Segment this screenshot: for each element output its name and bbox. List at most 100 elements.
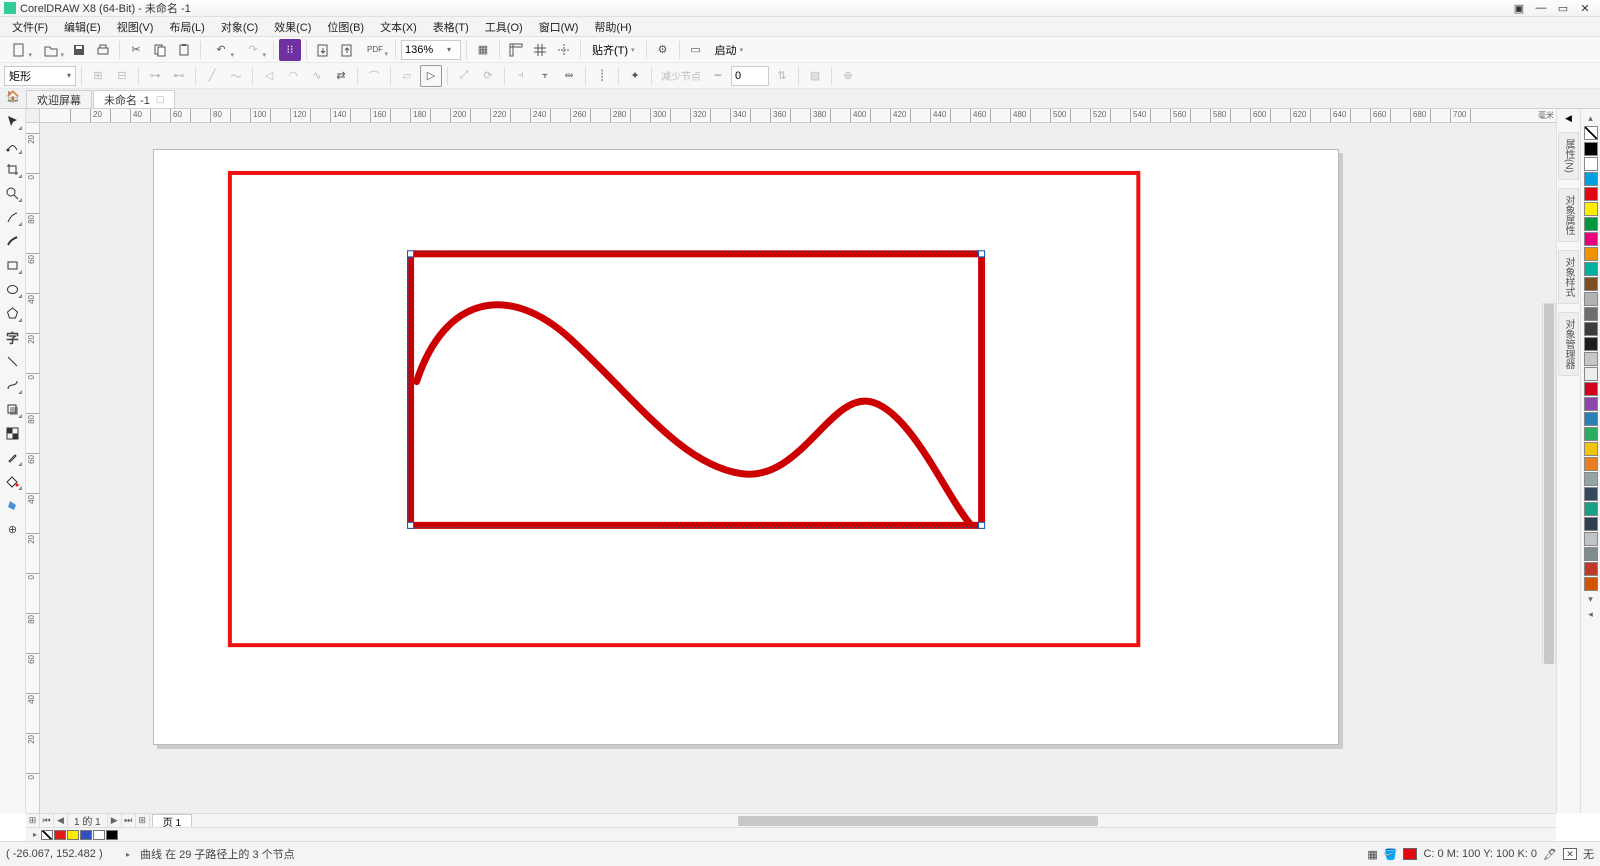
horizontal-scrollbar[interactable] xyxy=(198,814,1556,828)
color-swatch[interactable] xyxy=(1584,217,1598,231)
cusp-node-button[interactable]: ◁ xyxy=(258,65,280,87)
select-all-nodes-button[interactable]: ✦ xyxy=(624,65,646,87)
zoom-level-combo[interactable]: ▾ xyxy=(401,40,461,60)
snap-to-button[interactable]: 贴齐(T)▾ xyxy=(586,39,641,61)
zoom-input[interactable] xyxy=(402,44,442,56)
reverse-direction-button[interactable]: ⇄ xyxy=(330,65,352,87)
extend-curve-button[interactable]: ⌒ xyxy=(363,65,385,87)
color-swatch[interactable] xyxy=(1584,232,1598,246)
palette-flyout[interactable]: ◂ xyxy=(1588,607,1593,622)
vertical-ruler[interactable]: 200806040200806040200806040200 xyxy=(26,123,40,813)
palette-scroll-up[interactable]: ▴ xyxy=(1588,111,1593,126)
horizontal-ruler[interactable]: 毫米 2040608010012014016018020022024026028… xyxy=(40,109,1556,123)
node-edit-mode-combo[interactable]: 矩形▾ xyxy=(4,66,76,86)
home-icon[interactable]: 🏠 xyxy=(6,90,22,106)
color-swatch[interactable] xyxy=(1584,442,1598,456)
crop-tool[interactable] xyxy=(3,159,23,179)
page-prev[interactable]: ◀ xyxy=(54,814,68,828)
color-proof-icon[interactable]: ▦ xyxy=(1367,848,1377,861)
color-swatch[interactable] xyxy=(1584,457,1598,471)
search-content-button[interactable]: ⁝⁝ xyxy=(279,39,301,61)
color-swatch[interactable] xyxy=(1584,562,1598,576)
doc-color-swatch[interactable] xyxy=(80,830,92,840)
shape-tool[interactable] xyxy=(3,135,23,155)
color-swatch[interactable] xyxy=(1584,157,1598,171)
delete-node-button[interactable]: ⊟ xyxy=(111,65,133,87)
new-button[interactable] xyxy=(4,39,34,61)
copy-button[interactable] xyxy=(149,39,171,61)
redo-button[interactable]: ↷ xyxy=(238,39,268,61)
page-add-after[interactable]: ⊞ xyxy=(136,814,150,828)
current-fill-swatch[interactable] xyxy=(1403,848,1417,860)
close-button[interactable]: ✕ xyxy=(1574,1,1596,15)
color-swatch[interactable] xyxy=(1584,577,1598,591)
color-swatch[interactable] xyxy=(1584,277,1598,291)
page-add-before[interactable]: ⊞ xyxy=(26,814,40,828)
color-swatch[interactable] xyxy=(1584,487,1598,501)
smooth-node-button[interactable]: ◠ xyxy=(282,65,304,87)
reflect-nodes-h-button[interactable]: ⥈ xyxy=(558,65,580,87)
color-swatch[interactable] xyxy=(1584,397,1598,411)
fullscreen-preview-button[interactable]: ▦ xyxy=(472,39,494,61)
undo-button[interactable]: ↶ xyxy=(206,39,236,61)
elastic-mode-button[interactable]: ┊ xyxy=(591,65,613,87)
bounding-box-button[interactable]: ▨ xyxy=(804,65,826,87)
options-button[interactable]: ⚙ xyxy=(652,39,674,61)
object-origin-button[interactable]: ⊕ xyxy=(837,65,859,87)
launch-button[interactable]: 启动▾ xyxy=(709,39,750,61)
import-button[interactable] xyxy=(312,39,334,61)
open-button[interactable] xyxy=(36,39,66,61)
color-swatch[interactable] xyxy=(1584,322,1598,336)
text-tool[interactable]: 字 xyxy=(3,327,23,347)
menu-tools[interactable]: 工具(O) xyxy=(477,17,531,37)
color-swatch[interactable] xyxy=(1584,202,1598,216)
ellipse-tool[interactable] xyxy=(3,279,23,299)
color-swatch[interactable] xyxy=(1584,517,1598,531)
parallel-dimension-tool[interactable] xyxy=(3,351,23,371)
symmetric-node-button[interactable]: ∿ xyxy=(306,65,328,87)
print-button[interactable] xyxy=(92,39,114,61)
close-curve-button[interactable]: ▷ xyxy=(420,65,442,87)
color-swatch[interactable] xyxy=(1584,247,1598,261)
color-swatch[interactable] xyxy=(1584,427,1598,441)
menu-bitmap[interactable]: 位图(B) xyxy=(319,17,372,37)
stretch-nodes-button[interactable]: ⤢ xyxy=(453,65,475,87)
color-swatch[interactable] xyxy=(1584,367,1598,381)
color-swatch[interactable] xyxy=(1584,547,1598,561)
menu-object[interactable]: 对象(C) xyxy=(213,17,266,37)
docker-tab-obj-manager[interactable]: 对象管理器 xyxy=(1558,312,1579,376)
color-swatch[interactable] xyxy=(1584,412,1598,426)
ruler-origin[interactable] xyxy=(26,109,40,123)
color-swatch[interactable] xyxy=(1584,172,1598,186)
no-fill-swatch[interactable] xyxy=(1584,126,1598,140)
color-swatch[interactable] xyxy=(1584,337,1598,351)
color-swatch[interactable] xyxy=(1584,262,1598,276)
doc-color-swatch[interactable] xyxy=(93,830,105,840)
menu-edit[interactable]: 编辑(E) xyxy=(56,17,109,37)
zoom-tool[interactable] xyxy=(3,183,23,203)
color-swatch[interactable] xyxy=(1584,142,1598,156)
join-nodes-button[interactable]: ⊶ xyxy=(144,65,166,87)
drop-shadow-tool[interactable] xyxy=(3,399,23,419)
cdr-help-icon[interactable]: ▣ xyxy=(1508,1,1530,15)
vertical-scrollbar[interactable] xyxy=(1542,303,1556,663)
smart-fill-tool[interactable] xyxy=(3,495,23,515)
doc-color-swatch[interactable] xyxy=(67,830,79,840)
docker-tab-hints[interactable]: 属性(N) xyxy=(1558,132,1579,180)
color-swatch[interactable] xyxy=(1584,532,1598,546)
to-line-button[interactable]: ╱ xyxy=(201,65,223,87)
doc-color-swatch[interactable] xyxy=(106,830,118,840)
rotate-nodes-button[interactable]: ⟳ xyxy=(477,65,499,87)
export-button[interactable] xyxy=(336,39,358,61)
app-launcher-icon[interactable]: ▭ xyxy=(685,39,707,61)
eyedropper-tool[interactable] xyxy=(3,447,23,467)
menu-window[interactable]: 窗口(W) xyxy=(531,17,587,37)
tab-welcome[interactable]: 欢迎屏幕 xyxy=(26,90,92,108)
paste-button[interactable] xyxy=(173,39,195,61)
palette-scroll-down[interactable]: ▾ xyxy=(1588,592,1593,607)
menu-help[interactable]: 帮助(H) xyxy=(586,17,639,37)
page-tab-1[interactable]: 页 1 xyxy=(152,814,192,828)
color-swatch[interactable] xyxy=(1584,382,1598,396)
tab-close-icon[interactable]: ▢ xyxy=(156,94,165,105)
align-nodes-v-button[interactable]: ⫟ xyxy=(534,65,556,87)
